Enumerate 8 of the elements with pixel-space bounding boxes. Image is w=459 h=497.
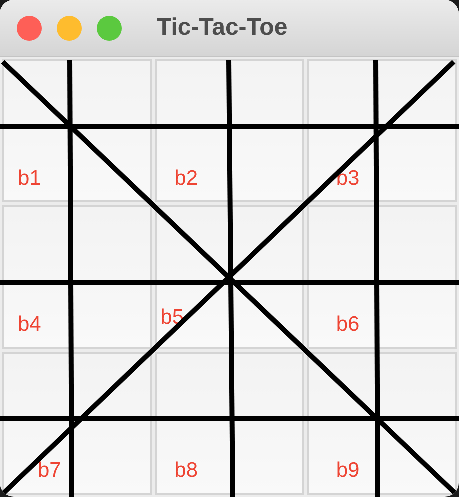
close-icon[interactable] (17, 16, 42, 40)
grid-button[interactable]: b4 (2, 205, 152, 349)
minimize-icon[interactable] (57, 16, 82, 40)
grid-button[interactable]: b6 (307, 205, 457, 349)
window-title: Tic-Tac-Toe (157, 13, 288, 43)
grid-button[interactable]: b2 (154, 59, 304, 202)
grid-button[interactable]: b8 (154, 352, 304, 495)
zoom-icon[interactable] (97, 16, 122, 40)
